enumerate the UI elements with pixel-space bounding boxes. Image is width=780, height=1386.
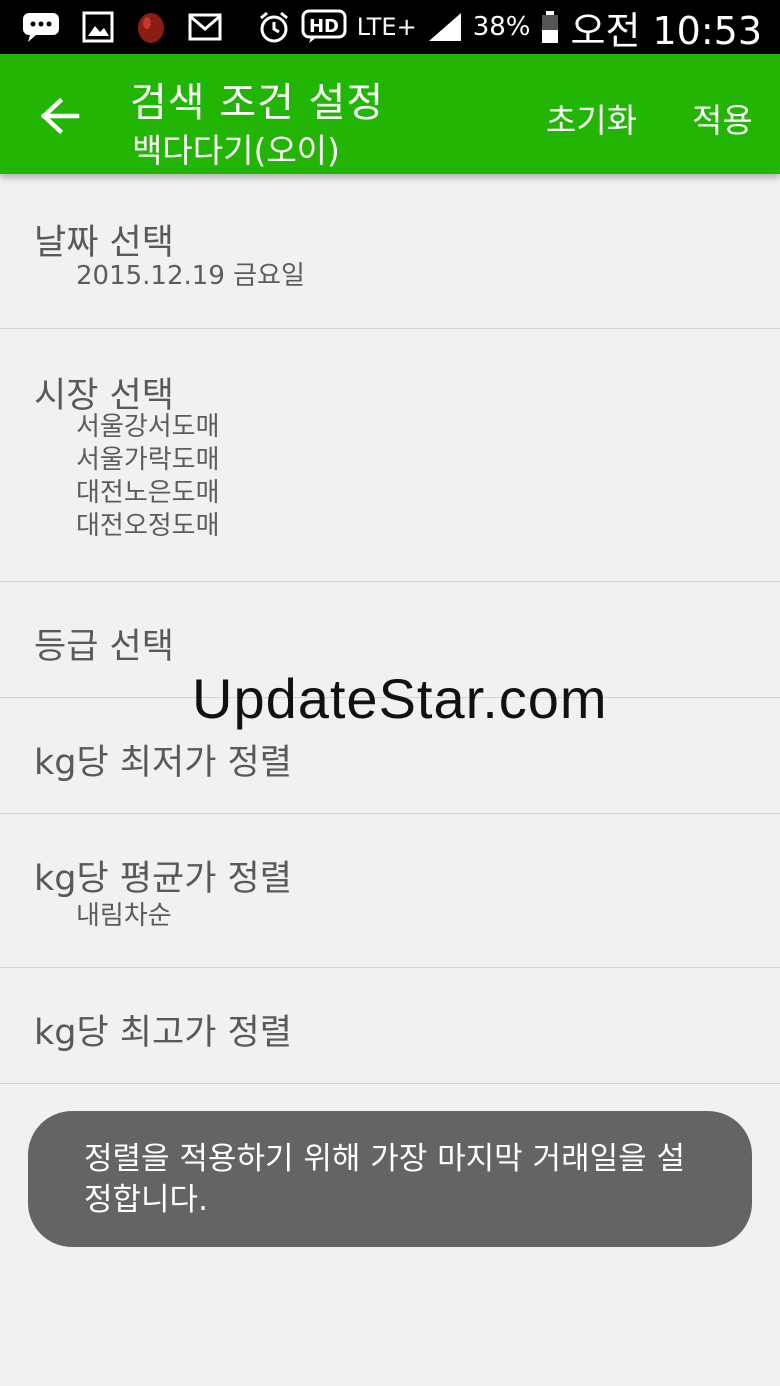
app-icon bbox=[136, 10, 166, 44]
market-value: 서울강서도매 bbox=[76, 412, 220, 442]
status-bar-notifications bbox=[22, 10, 244, 44]
sort-avg-price-title: kg당 평균가 정렬 bbox=[34, 859, 292, 899]
market-value: 서울가락도매 bbox=[76, 445, 220, 475]
status-bar-system: HD LTE+ 38% 오전 10:53 bbox=[247, 0, 762, 55]
signal-icon bbox=[427, 11, 463, 43]
toast-message: 정렬을 적용하기 위해 가장 마지막 거래일을 설정합니다. bbox=[28, 1111, 752, 1247]
sort-max-price-title: kg당 최고가 정렬 bbox=[34, 1013, 292, 1053]
sort-avg-price-value: 내림차순 bbox=[76, 901, 172, 931]
date-select-value: 2015.12.19 금요일 bbox=[76, 261, 305, 291]
image-icon bbox=[82, 11, 114, 43]
gmail-icon bbox=[188, 13, 222, 41]
battery-percent: 38% bbox=[472, 12, 531, 42]
hd-voice-icon: HD bbox=[301, 9, 347, 45]
hd-label: HD bbox=[309, 16, 339, 37]
market-select-values: 서울강서도매 서울가락도매 대전노은도매 대전오정도매 bbox=[76, 411, 220, 543]
app-bar: 검색 조건 설정 백다다기(오이) 초기화 적용 bbox=[0, 54, 780, 174]
back-arrow-icon bbox=[40, 98, 80, 134]
page-subtitle: 백다다기(오이) bbox=[132, 131, 340, 170]
market-value: 대전노은도매 bbox=[76, 478, 220, 508]
status-bar: HD LTE+ 38% 오전 10:53 bbox=[0, 0, 780, 54]
back-button[interactable] bbox=[28, 84, 92, 148]
watermark: UpdateStar.com bbox=[192, 667, 608, 730]
apply-button[interactable]: 적용 bbox=[692, 94, 753, 142]
lte-plus-icon: LTE+ bbox=[357, 13, 417, 41]
date-select-item[interactable]: 날짜 선택 2015.12.19 금요일 bbox=[0, 174, 780, 329]
sort-min-price-title: kg당 최저가 정렬 bbox=[34, 743, 292, 783]
battery-icon bbox=[540, 10, 560, 44]
status-time: 오전 10:53 bbox=[570, 8, 762, 53]
grade-select-title: 등급 선택 bbox=[34, 627, 174, 667]
page-title: 검색 조건 설정 bbox=[130, 80, 385, 126]
market-select-item[interactable]: 시장 선택 서울강서도매 서울가락도매 대전노은도매 대전오정도매 bbox=[0, 329, 780, 582]
date-select-title: 날짜 선택 bbox=[34, 223, 174, 263]
settings-list: 날짜 선택 2015.12.19 금요일 시장 선택 서울강서도매 서울가락도매… bbox=[0, 174, 780, 1084]
alarm-icon bbox=[257, 10, 291, 44]
sort-avg-price-item[interactable]: kg당 평균가 정렬 내림차순 bbox=[0, 814, 780, 968]
sort-max-price-item[interactable]: kg당 최고가 정렬 bbox=[0, 968, 780, 1084]
lte-label: LTE+ bbox=[356, 13, 417, 41]
market-value: 대전오정도매 bbox=[76, 511, 220, 541]
chat-bubble-icon bbox=[22, 11, 60, 43]
reset-button[interactable]: 초기화 bbox=[546, 94, 637, 142]
